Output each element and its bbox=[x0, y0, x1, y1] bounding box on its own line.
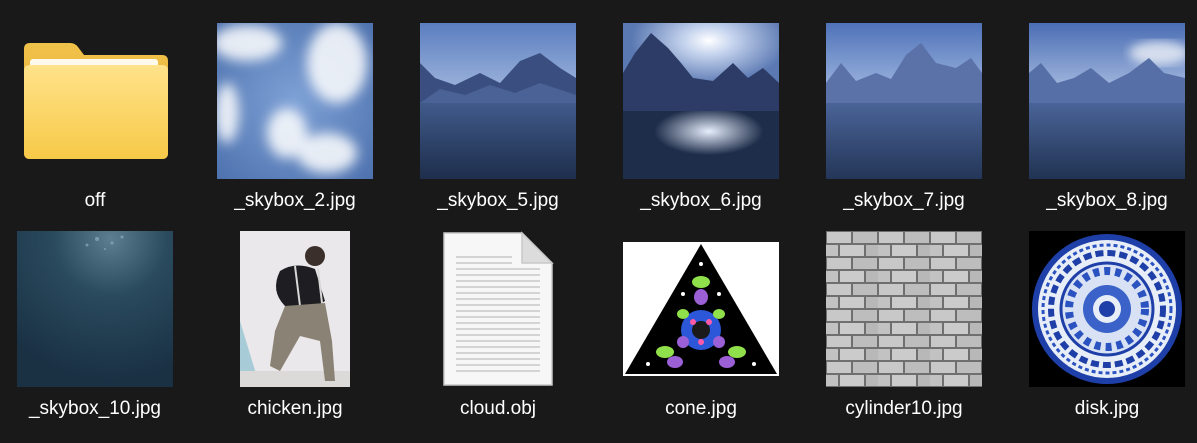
file-item-cone[interactable]: cone.jpg bbox=[606, 231, 796, 443]
file-item-skybox-8[interactable]: _skybox_8.jpg bbox=[1012, 23, 1197, 235]
file-item-skybox-7[interactable]: _skybox_7.jpg bbox=[809, 23, 999, 235]
file-name: _skybox_8.jpg bbox=[1046, 190, 1168, 211]
file-item-chicken[interactable]: chicken.jpg bbox=[200, 231, 390, 443]
file-name: cloud.obj bbox=[459, 398, 537, 419]
mountain-lake-thumbnail bbox=[826, 23, 982, 179]
mountain-lake-thumbnail bbox=[420, 23, 576, 179]
file-name: _skybox_10.jpg bbox=[28, 398, 162, 419]
file-name: cylinder10.jpg bbox=[845, 398, 963, 419]
file-item-cloud-obj[interactable]: cloud.obj bbox=[403, 231, 593, 443]
sky-clouds-thumbnail bbox=[217, 23, 373, 179]
file-name: off bbox=[84, 190, 106, 211]
file-name: disk.jpg bbox=[1074, 398, 1140, 419]
file-item-off[interactable]: off bbox=[0, 23, 190, 235]
file-name: cone.jpg bbox=[665, 398, 737, 419]
file-item-skybox-10[interactable]: _skybox_10.jpg bbox=[0, 231, 190, 443]
mountain-lake-thumbnail bbox=[1029, 23, 1185, 179]
file-item-skybox-6[interactable]: _skybox_6.jpg bbox=[606, 23, 796, 235]
mountain-sun-lake-thumbnail bbox=[623, 23, 779, 179]
file-name: _skybox_5.jpg bbox=[437, 190, 559, 211]
folder-icon bbox=[17, 23, 173, 179]
file-item-disk[interactable]: disk.jpg bbox=[1012, 231, 1197, 443]
document-icon bbox=[420, 231, 576, 387]
porcelain-plate-thumbnail bbox=[1029, 231, 1185, 387]
file-name: _skybox_2.jpg bbox=[234, 190, 356, 211]
file-item-skybox-2[interactable]: _skybox_2.jpg bbox=[200, 23, 390, 235]
file-item-skybox-5[interactable]: _skybox_5.jpg bbox=[403, 23, 593, 235]
dancing-person-thumbnail bbox=[217, 231, 373, 387]
deep-water-thumbnail bbox=[17, 231, 173, 387]
file-item-cylinder10[interactable]: cylinder10.jpg bbox=[809, 231, 999, 443]
file-name: chicken.jpg bbox=[247, 398, 343, 419]
file-name: _skybox_7.jpg bbox=[843, 190, 965, 211]
file-name: _skybox_6.jpg bbox=[640, 190, 762, 211]
triangle-pattern-thumbnail bbox=[623, 231, 779, 387]
brick-wall-thumbnail bbox=[826, 231, 982, 387]
